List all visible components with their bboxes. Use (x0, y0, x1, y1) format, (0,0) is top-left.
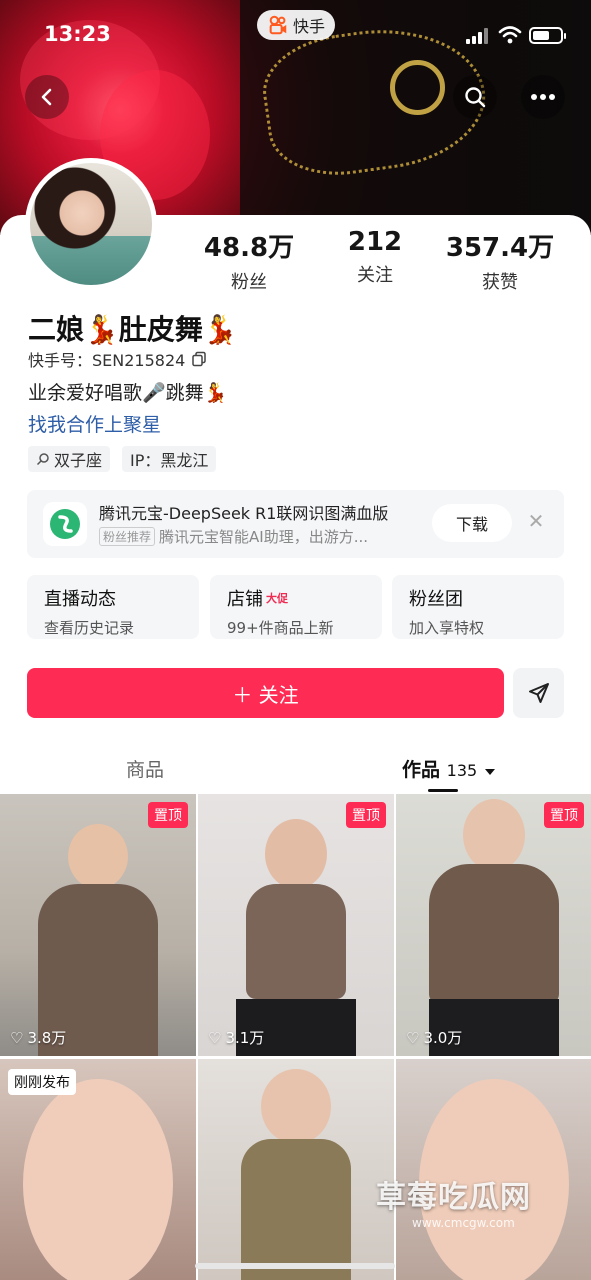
chevron-left-icon (41, 88, 52, 106)
feature-subtitle: 加入享特权 (409, 619, 485, 637)
likes-count-row: ♡ 3.1万 (208, 1027, 264, 1048)
wifi-icon (498, 26, 522, 44)
video-card[interactable] (198, 1059, 394, 1280)
more-button[interactable] (521, 75, 565, 119)
caret-down-icon (484, 769, 495, 775)
feature-fan-club[interactable]: 粉丝团 加入享特权 (392, 575, 564, 639)
ad-subtitle: 腾讯元宝智能AI助理，出游方... (159, 528, 369, 546)
copy-icon[interactable] (191, 351, 207, 367)
stat-label: 粉丝 (231, 272, 267, 293)
search-button[interactable] (453, 75, 497, 119)
tab-label: 作品 (402, 759, 441, 781)
stat-label: 关注 (357, 265, 393, 286)
video-thumbnail-figure (429, 864, 559, 1004)
likes-count: 3.1万 (225, 1029, 265, 1047)
stat-likes[interactable]: 357.4万 获赞 (440, 227, 560, 294)
search-icon (465, 87, 486, 108)
kuaishou-id: 快手号：SEN215824 (28, 351, 186, 370)
avatar[interactable] (25, 158, 157, 290)
send-icon (528, 683, 549, 703)
stat-label: 获赞 (482, 272, 518, 293)
video-card[interactable]: 置顶 ♡ 3.0万 (396, 794, 591, 1056)
tag-ip: IP：黑龙江 (122, 446, 217, 472)
heart-icon: ♡ (208, 1028, 222, 1047)
video-thumbnail-figure (261, 1069, 331, 1144)
ad-title: 腾讯元宝-DeepSeek R1联网识图满血版 (99, 504, 389, 523)
tag-zodiac: 双子座 (28, 446, 111, 472)
pinned-badge: 置顶 (544, 802, 584, 828)
feature-live[interactable]: 直播动态 查看历史记录 (27, 575, 199, 639)
tab-label: 商品 (126, 759, 165, 781)
heart-icon: ♡ (10, 1028, 24, 1047)
video-card[interactable] (396, 1059, 591, 1280)
feature-shop[interactable]: 店铺 大促 99+件商品上新 (210, 575, 382, 639)
cooperation-link[interactable]: 找我合作上聚星 (28, 410, 161, 437)
likes-count: 3.8万 (27, 1029, 67, 1047)
stat-followers[interactable]: 48.8万 粉丝 (189, 227, 309, 294)
video-thumbnail-figure (246, 884, 346, 999)
just-published-badge: 刚刚发布 (8, 1069, 76, 1095)
profile-bio: 业余爱好唱歌🎤跳舞💃 (28, 382, 228, 404)
stat-value: 357.4万 (445, 233, 555, 263)
app-badge-label: 快手 (293, 17, 326, 36)
likes-count-row: ♡ 3.8万 (10, 1027, 66, 1048)
feature-title: 店铺 (227, 589, 263, 610)
stat-value: 48.8万 (203, 233, 295, 263)
status-time: 13:23 (44, 22, 111, 46)
tag-label: 双子座 (54, 451, 103, 470)
feature-subtitle: 查看历史记录 (44, 619, 135, 637)
share-button[interactable] (513, 668, 564, 718)
follow-label: ＋ 关注 (232, 682, 299, 707)
watermark-title: 草莓吃瓜网 (376, 1180, 531, 1215)
kuaishou-id-row[interactable]: 快手号：SEN215824 (28, 347, 207, 371)
content-tabs: 商品 作品 135 (0, 745, 591, 793)
download-button[interactable]: 下载 (432, 504, 512, 542)
tag-label: IP：黑龙江 (130, 451, 209, 470)
feature-subtitle: 99+件商品上新 (227, 619, 334, 637)
status-bar: 13:23 快手 (0, 0, 591, 72)
video-thumbnail-figure (265, 819, 327, 889)
heart-icon: ♡ (406, 1028, 420, 1047)
yuanbao-app-icon (43, 502, 87, 546)
follow-button[interactable]: ＋ 关注 (27, 668, 504, 718)
close-icon[interactable]: ✕ (525, 510, 547, 532)
video-card[interactable]: 刚刚发布 (0, 1059, 196, 1280)
tab-products[interactable]: 商品 (126, 755, 164, 782)
signal-icon (466, 28, 490, 44)
ad-subtitle-row: 粉丝推荐 腾讯元宝智能AI助理，出游方... (99, 526, 368, 547)
ad-card[interactable]: 腾讯元宝-DeepSeek R1联网识图满血版 粉丝推荐 腾讯元宝智能AI助理，… (27, 490, 564, 558)
video-thumbnail-figure (23, 1079, 173, 1280)
search-small-icon (36, 453, 49, 466)
feature-title: 直播动态 (44, 589, 116, 610)
video-thumbnail-figure (241, 1139, 351, 1280)
stat-following[interactable]: 212 关注 (315, 227, 435, 287)
pinned-badge: 置顶 (346, 802, 386, 828)
back-button[interactable] (25, 75, 69, 119)
stat-value: 212 (347, 227, 403, 257)
video-thumbnail-figure (68, 824, 128, 889)
likes-count: 3.0万 (423, 1029, 463, 1047)
battery-icon (529, 27, 566, 44)
pinned-badge: 置顶 (148, 802, 188, 828)
profile-page: 13:23 快手 48.8万 粉丝 212 关注 357.4万 获赞 二娘💃肚皮… (0, 0, 591, 1280)
feature-title: 粉丝团 (409, 589, 463, 610)
works-count: 135 (446, 761, 478, 780)
video-card[interactable]: 置顶 ♡ 3.8万 (0, 794, 196, 1056)
tab-works[interactable]: 作品 135 (402, 755, 496, 782)
kuaishou-logo-icon (269, 15, 287, 35)
video-thumbnail-figure (463, 799, 525, 871)
ad-chip: 粉丝推荐 (99, 527, 156, 546)
tab-underline (428, 789, 458, 792)
likes-count-row: ♡ 3.0万 (406, 1027, 462, 1048)
watermark-url: www.cmcgw.com (412, 1216, 515, 1230)
home-indicator[interactable] (195, 1263, 395, 1269)
promo-badge: 大促 (266, 592, 288, 605)
app-badge[interactable]: 快手 (257, 10, 336, 40)
video-card[interactable]: 置顶 ♡ 3.1万 (198, 794, 394, 1056)
profile-name: 二娘💃肚皮舞💃 (28, 313, 238, 346)
more-horizontal-icon (531, 94, 555, 100)
